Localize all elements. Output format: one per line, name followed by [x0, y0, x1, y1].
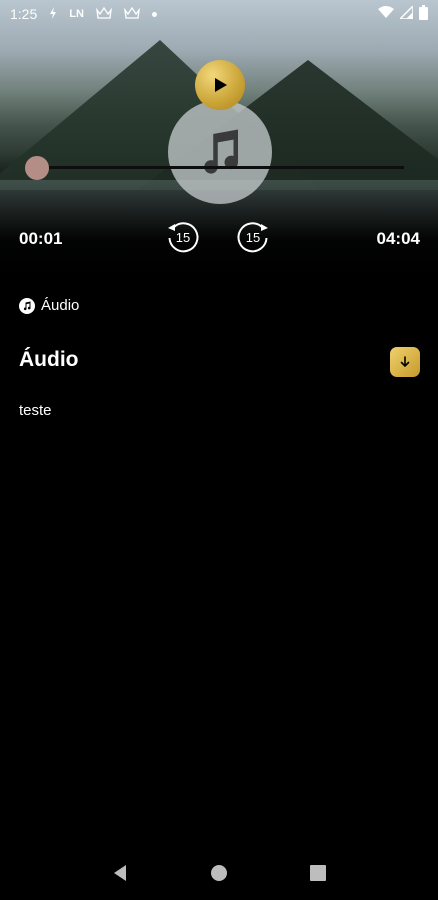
skip-back-15-button[interactable]: 15: [162, 216, 204, 258]
home-circle-icon: [210, 865, 227, 881]
play-button[interactable]: [195, 60, 245, 110]
category-label: Áudio: [41, 297, 80, 314]
description-text: teste: [19, 402, 52, 419]
lightning-icon: [49, 6, 57, 22]
battery-icon: [419, 5, 428, 23]
arrow-down-icon: [400, 356, 410, 367]
wifi-icon: [378, 6, 394, 22]
dot-icon: [151, 11, 157, 17]
skip-back-label: 15: [175, 229, 191, 245]
category-tag[interactable]: Áudio: [19, 297, 79, 314]
ln-badge: LN: [69, 8, 84, 20]
total-time: 04:04: [376, 229, 420, 248]
nav-back-button[interactable]: [108, 861, 132, 885]
status-bar: 1:25 LN: [0, 0, 438, 28]
signal-icon: [398, 4, 414, 22]
music-note-icon: [168, 100, 272, 204]
nav-home-button[interactable]: [207, 861, 231, 885]
current-time: 00:01: [19, 229, 63, 248]
seek-bar[interactable]: [36, 166, 404, 169]
crown-icon: [123, 6, 140, 22]
crown-icon: [95, 6, 112, 22]
seek-thumb[interactable]: [25, 156, 49, 180]
nav-recents-button[interactable]: [306, 861, 330, 885]
system-nav-bar: [0, 846, 438, 900]
skip-forward-15-button[interactable]: 15: [232, 216, 274, 258]
status-time: 1:25: [10, 6, 38, 22]
player-hero: 00:01 15 15 04:04: [0, 0, 438, 280]
skip-forward-label: 15: [245, 229, 261, 245]
back-triangle-icon: [113, 865, 126, 881]
recents-square-icon: [310, 865, 327, 881]
play-icon: [215, 78, 227, 92]
music-note-icon: [19, 297, 35, 314]
page-title: Áudio: [19, 348, 79, 371]
download-button[interactable]: [390, 347, 420, 377]
